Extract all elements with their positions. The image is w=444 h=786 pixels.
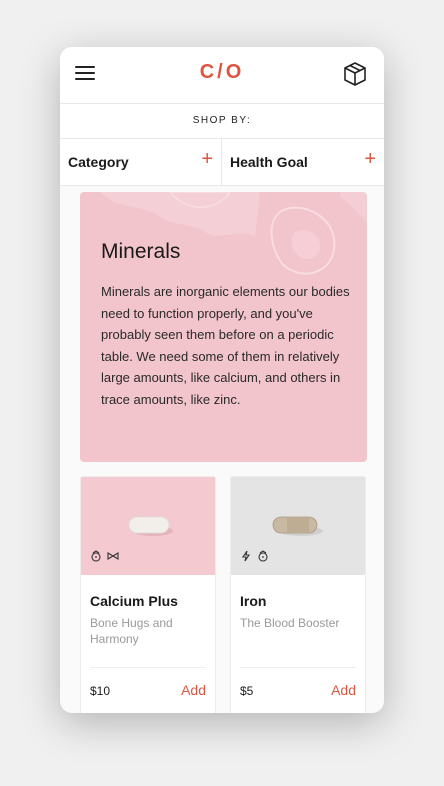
add-to-cart-button[interactable]: Add xyxy=(331,682,356,698)
top-bar: C/O xyxy=(60,47,384,104)
category-title: Minerals xyxy=(101,240,181,263)
category-hero: Minerals Minerals are inorganic elements… xyxy=(80,192,367,462)
brand-logo[interactable]: C/O xyxy=(60,61,384,84)
product-tagline: Bone Hugs and Harmony xyxy=(90,616,173,646)
product-name: Calcium Plus xyxy=(90,593,178,609)
bone-icon xyxy=(91,550,101,562)
add-to-cart-button[interactable]: Add xyxy=(181,682,206,698)
energy-icon xyxy=(241,550,251,562)
plus-icon: + xyxy=(201,148,213,170)
product-card[interactable]: Iron The Blood Booster $5 Add xyxy=(230,476,366,713)
plus-icon: + xyxy=(364,148,376,170)
shop-by-label: SHOP BY: xyxy=(60,104,384,139)
filter-health-goal-label: Health Goal xyxy=(230,154,308,170)
filter-category-label: Category xyxy=(68,154,129,170)
product-tagline: The Blood Booster xyxy=(240,616,340,630)
category-description: Minerals are inorganic elements our bodi… xyxy=(101,284,350,407)
product-price: $10 xyxy=(90,684,111,698)
filter-health-goal[interactable]: Health Goal + xyxy=(222,139,384,185)
divider xyxy=(240,667,356,668)
filter-bar: Category + Health Goal + xyxy=(60,139,384,186)
product-price: $5 xyxy=(240,684,254,698)
product-name: Iron xyxy=(240,593,267,609)
divider xyxy=(90,667,206,668)
product-card[interactable]: Calcium Plus Bone Hugs and Harmony $10 A… xyxy=(80,476,216,713)
filter-category[interactable]: Category + xyxy=(60,139,222,185)
phone-frame: C/O SHOP BY: Category + Health Goal + Mi… xyxy=(60,47,384,713)
drop-icon xyxy=(258,550,268,562)
balance-icon xyxy=(107,552,119,560)
box-icon[interactable] xyxy=(342,61,368,92)
